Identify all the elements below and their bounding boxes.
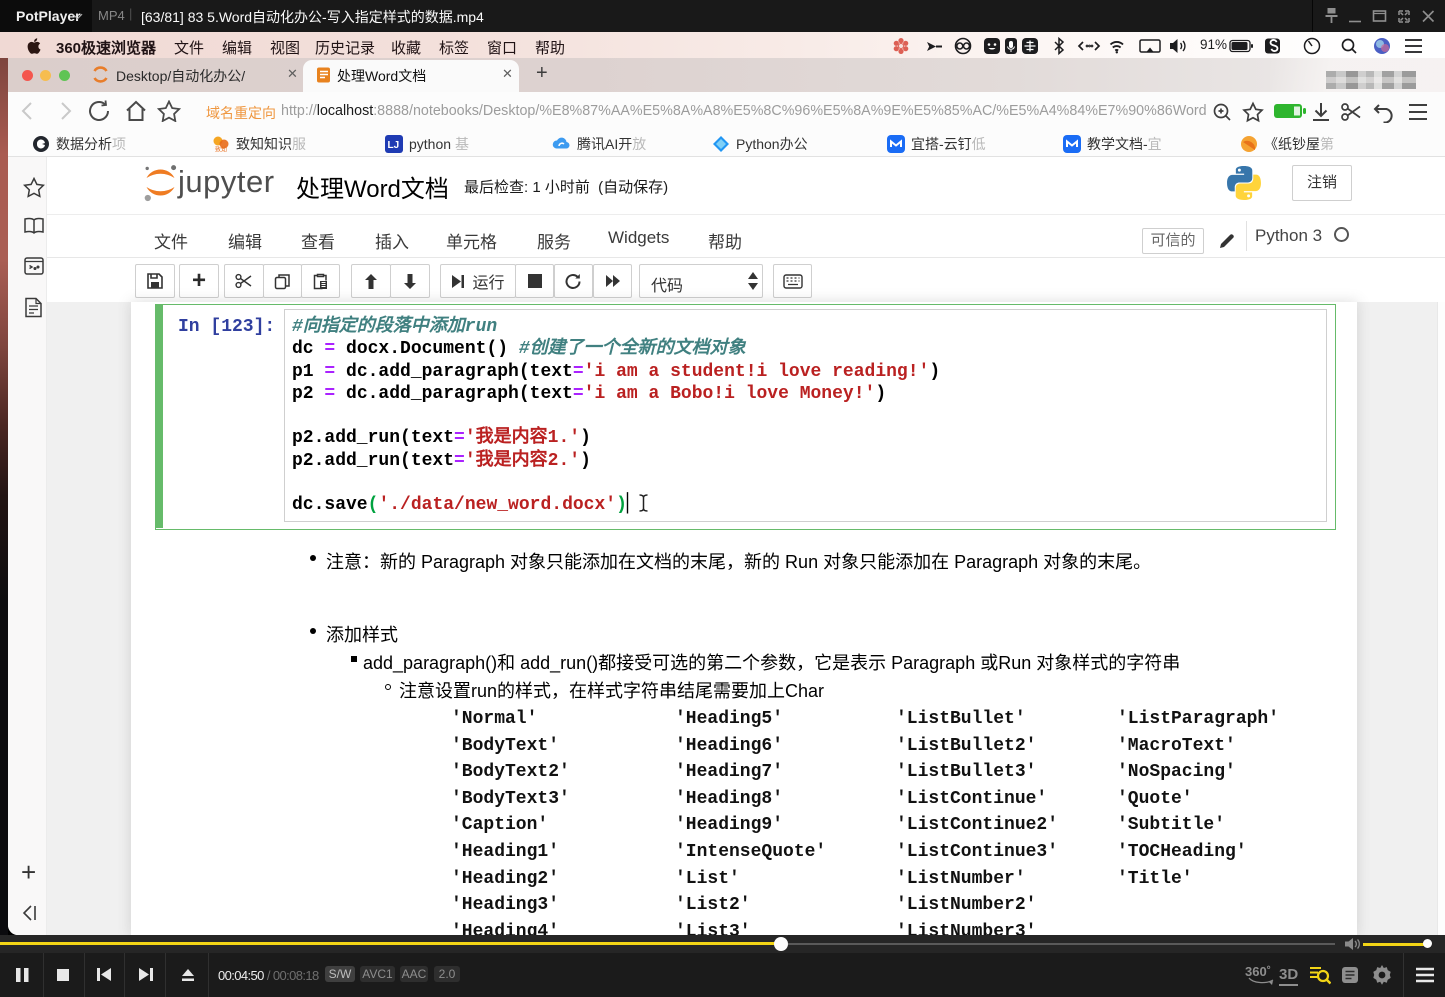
svg-text:LJ: LJ (388, 140, 400, 151)
svg-text:致知: 致知 (215, 146, 227, 154)
